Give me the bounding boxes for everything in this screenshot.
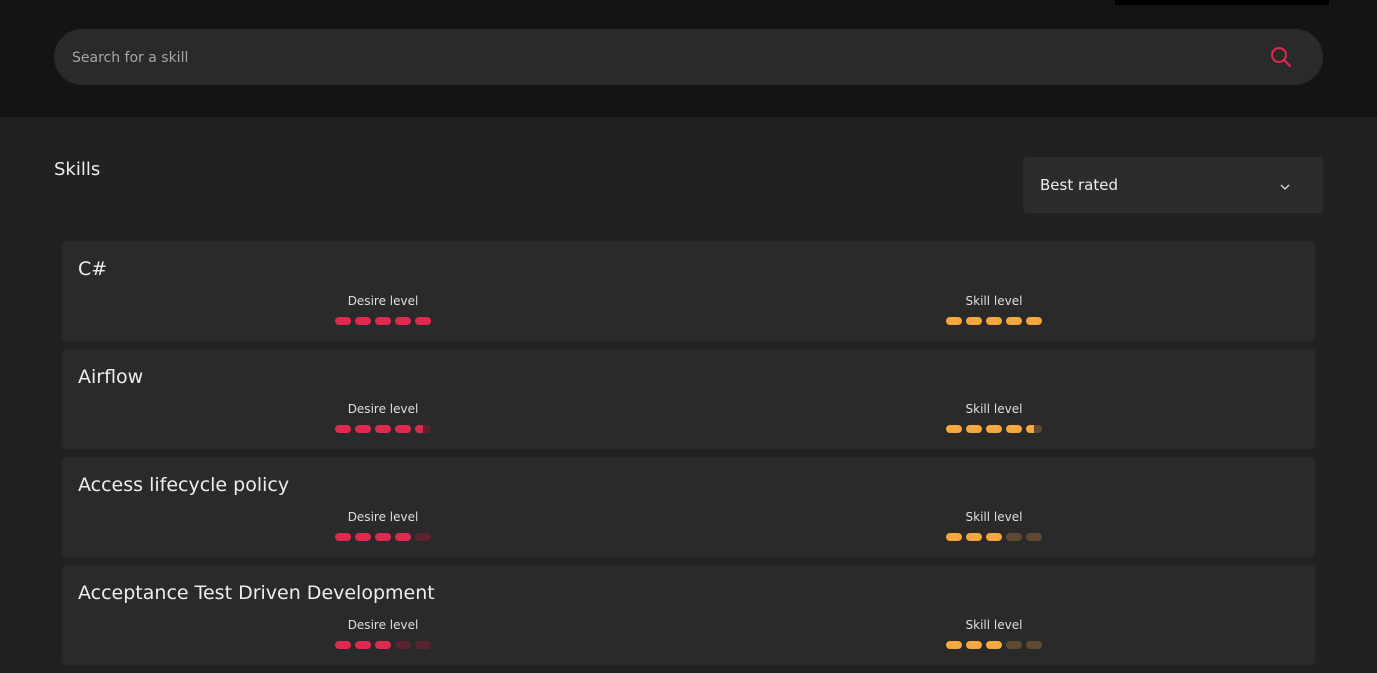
desire-meter: Desire level bbox=[328, 510, 438, 541]
desire-level-dot bbox=[395, 641, 411, 649]
desire-dots bbox=[328, 533, 438, 541]
skill-card[interactable]: Airflow Desire level Skill level bbox=[62, 349, 1315, 449]
skill-dots bbox=[939, 533, 1049, 541]
desire-level-dot bbox=[355, 533, 371, 541]
skill-level-dot bbox=[1006, 317, 1022, 325]
skill-level-dot bbox=[1026, 533, 1042, 541]
desire-level-dot bbox=[395, 317, 411, 325]
desire-level-dot bbox=[395, 533, 411, 541]
search-input[interactable] bbox=[70, 29, 1254, 87]
desire-level-dot bbox=[335, 317, 351, 325]
top-strip bbox=[1115, 0, 1329, 5]
skill-level-dot bbox=[986, 425, 1002, 433]
skill-level-dot bbox=[986, 641, 1002, 649]
desire-level-dot bbox=[335, 425, 351, 433]
skill-level-dot bbox=[966, 425, 982, 433]
skill-level-dot bbox=[1006, 641, 1022, 649]
desire-level-dot bbox=[395, 425, 411, 433]
skill-level-dot bbox=[986, 533, 1002, 541]
skill-level-dot bbox=[946, 317, 962, 325]
skill-level-dot bbox=[946, 425, 962, 433]
skill-card[interactable]: Access lifecycle policy Desire level Ski… bbox=[62, 457, 1315, 557]
skill-dots bbox=[939, 425, 1049, 433]
skill-level-dot bbox=[966, 533, 982, 541]
search-bar[interactable] bbox=[54, 29, 1323, 87]
desire-meter: Desire level bbox=[328, 294, 438, 325]
skill-label: Skill level bbox=[965, 402, 1023, 416]
skill-dots bbox=[939, 641, 1049, 649]
skill-level-dot bbox=[1026, 317, 1042, 325]
skill-level-dot bbox=[986, 317, 1002, 325]
desire-label: Desire level bbox=[347, 618, 419, 632]
sort-selected-value: Best rated bbox=[1040, 176, 1118, 194]
skill-meter: Skill level bbox=[939, 402, 1049, 433]
desire-level-dot bbox=[415, 641, 431, 649]
desire-level-dot bbox=[355, 317, 371, 325]
desire-level-dot bbox=[355, 641, 371, 649]
desire-level-dot bbox=[375, 425, 391, 433]
desire-level-dot bbox=[375, 641, 391, 649]
chevron-down-icon bbox=[1278, 179, 1292, 193]
desire-level-dot bbox=[415, 533, 431, 541]
skill-card[interactable]: Acceptance Test Driven Development Desir… bbox=[62, 565, 1315, 665]
skill-label: Skill level bbox=[965, 294, 1023, 308]
desire-meter: Desire level bbox=[328, 402, 438, 433]
desire-level-dot bbox=[355, 425, 371, 433]
skill-meter: Skill level bbox=[939, 618, 1049, 649]
desire-level-dot bbox=[415, 317, 431, 325]
skill-label: Skill level bbox=[965, 618, 1023, 632]
skill-level-dot bbox=[1026, 641, 1042, 649]
desire-level-dot bbox=[375, 317, 391, 325]
skill-name: Acceptance Test Driven Development bbox=[78, 582, 435, 604]
desire-label: Desire level bbox=[347, 510, 419, 524]
desire-dots bbox=[328, 317, 438, 325]
skill-name: Access lifecycle policy bbox=[78, 474, 290, 496]
skill-level-dot bbox=[966, 641, 982, 649]
skill-label: Skill level bbox=[965, 510, 1023, 524]
top-bar bbox=[0, 0, 1377, 117]
skill-meter: Skill level bbox=[939, 294, 1049, 325]
desire-label: Desire level bbox=[347, 294, 419, 308]
skill-level-dot bbox=[1006, 425, 1022, 433]
skill-level-dot bbox=[966, 317, 982, 325]
skill-level-dot bbox=[946, 533, 962, 541]
skill-level-dot bbox=[1026, 425, 1042, 433]
skill-level-dot bbox=[946, 641, 962, 649]
desire-level-dot bbox=[335, 533, 351, 541]
desire-dots bbox=[328, 425, 438, 433]
skill-list: C# Desire level Skill level Airflow Desi… bbox=[62, 241, 1315, 673]
desire-dots bbox=[328, 641, 438, 649]
desire-meter: Desire level bbox=[328, 618, 438, 649]
skill-dots bbox=[939, 317, 1049, 325]
sort-select[interactable]: Best rated bbox=[1023, 157, 1323, 213]
skill-card[interactable]: C# Desire level Skill level bbox=[62, 241, 1315, 341]
desire-level-dot bbox=[375, 533, 391, 541]
search-icon[interactable] bbox=[1269, 45, 1293, 69]
section-title: Skills bbox=[54, 159, 101, 180]
desire-label: Desire level bbox=[347, 402, 419, 416]
desire-level-dot bbox=[335, 641, 351, 649]
skill-level-dot bbox=[1006, 533, 1022, 541]
desire-level-dot bbox=[415, 425, 431, 433]
skill-name: C# bbox=[78, 258, 108, 280]
skill-name: Airflow bbox=[78, 366, 144, 388]
skill-meter: Skill level bbox=[939, 510, 1049, 541]
